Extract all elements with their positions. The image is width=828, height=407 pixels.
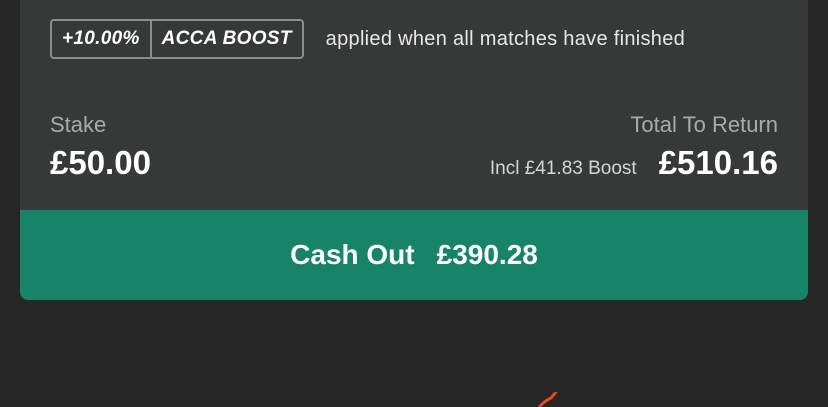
boost-row: +10.00% ACCA BOOST applied when all matc… — [50, 18, 685, 60]
stake-label: Stake — [50, 112, 107, 137]
total-return-row: Incl £41.83 Boost £510.16 — [490, 144, 778, 182]
total-return-label: Total To Return — [630, 112, 778, 137]
acca-boost-badge: +10.00% ACCA BOOST — [50, 19, 304, 59]
cash-out-amount: £390.28 — [436, 239, 538, 270]
orange-swoosh-icon — [538, 392, 558, 407]
boost-note: applied when all matches have finished — [325, 27, 686, 50]
boost-name: ACCA BOOST — [161, 28, 292, 49]
boost-percentage: +10.00% — [52, 21, 152, 57]
stake-value: £50.00 — [50, 144, 151, 181]
cash-out-button[interactable]: Cash Out £390.28 — [20, 210, 808, 300]
bet-summary-card: +10.00% ACCA BOOST applied when all matc… — [20, 0, 808, 300]
boost-included-text: Incl £41.83 Boost — [489, 158, 637, 179]
total-return-value: £510.16 — [658, 144, 778, 181]
cash-out-label: Cash Out — [290, 239, 415, 270]
